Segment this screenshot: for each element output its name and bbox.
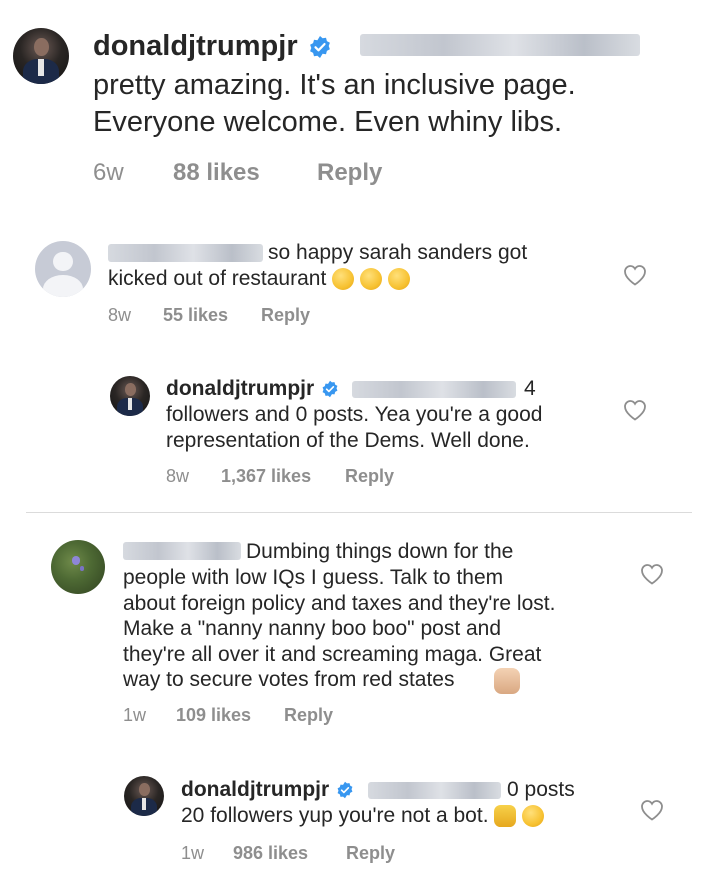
comment1-time: 8w bbox=[108, 305, 132, 325]
beaming-face-icon bbox=[359, 268, 382, 291]
reply2-text-tail: 0 posts bbox=[507, 778, 575, 801]
reply2-meta: 1w 986 likes Reply bbox=[181, 842, 395, 864]
verified-badge-icon bbox=[337, 782, 353, 799]
redacted-username bbox=[352, 381, 516, 398]
top-comment-time: 6w bbox=[93, 159, 124, 186]
reply1-text: followers and 0 posts. Yea you're a good… bbox=[166, 403, 543, 452]
redacted-username bbox=[123, 542, 241, 560]
redacted-username bbox=[108, 244, 263, 262]
avatar-top-comment[interactable] bbox=[13, 28, 69, 84]
verified-badge-icon bbox=[322, 381, 338, 398]
reply2-text: 20 followers yup you're not a bot. bbox=[181, 804, 489, 827]
redacted-username bbox=[368, 782, 501, 799]
reply2-likes[interactable]: 986 likes bbox=[233, 842, 308, 864]
top-comment-likes[interactable]: 88 likes bbox=[173, 158, 260, 188]
reply2-reply-button[interactable]: Reply bbox=[346, 842, 395, 864]
comment1-text-line1: so happy sarah sanders got bbox=[268, 241, 528, 264]
top-comment-username[interactable]: donaldjtrumpjr bbox=[93, 30, 298, 62]
reply1-meta: 8w 1,367 likes Reply bbox=[166, 465, 394, 487]
heart-outline-icon[interactable] bbox=[640, 799, 664, 821]
comment1-text-line2-row: kicked out of restaurant bbox=[108, 266, 410, 292]
comment2-time: 1w bbox=[123, 705, 147, 725]
thread-divider bbox=[26, 512, 692, 513]
reply1-reply-button[interactable]: Reply bbox=[345, 465, 394, 487]
winking-face-icon bbox=[522, 805, 545, 828]
heart-outline-icon[interactable] bbox=[623, 399, 647, 421]
comment1-text-line2: kicked out of restaurant bbox=[108, 267, 327, 290]
reply2-text-row: 20 followers yup you're not a bot. bbox=[181, 803, 545, 829]
reply1-likes[interactable]: 1,367 likes bbox=[221, 465, 311, 487]
avatar-reply2[interactable] bbox=[124, 776, 164, 816]
comment2-likes[interactable]: 109 likes bbox=[176, 704, 251, 726]
heart-outline-icon[interactable] bbox=[640, 563, 664, 585]
avatar-reply1[interactable] bbox=[110, 376, 150, 416]
reply2-header: donaldjtrumpjr bbox=[181, 777, 354, 803]
comment1-reply-button[interactable]: Reply bbox=[261, 304, 310, 326]
grinning-face-icon bbox=[332, 268, 355, 291]
top-comment-header: donaldjtrumpjr bbox=[93, 28, 332, 64]
avatar-comment2[interactable] bbox=[51, 540, 105, 594]
reply2-username[interactable]: donaldjtrumpjr bbox=[181, 778, 329, 801]
reply1-time: 8w bbox=[166, 466, 190, 486]
reply1-header: donaldjtrumpjr bbox=[166, 376, 339, 402]
comment2-meta: 1w 109 likes Reply bbox=[123, 704, 333, 726]
top-comment-reply-button[interactable]: Reply bbox=[317, 158, 382, 188]
heart-outline-icon[interactable] bbox=[623, 264, 647, 286]
comment2-text: people with low IQs I guess. Talk to the… bbox=[123, 566, 556, 692]
top-comment-text: pretty amazing. It's an inclusive page. … bbox=[93, 69, 576, 138]
avatar-comment1[interactable] bbox=[35, 241, 91, 297]
comment1-likes[interactable]: 55 likes bbox=[163, 304, 228, 326]
redacted-username bbox=[360, 34, 640, 56]
tears-of-joy-icon bbox=[387, 268, 410, 291]
comment1-meta: 8w 55 likes Reply bbox=[108, 304, 310, 326]
reply1-username[interactable]: donaldjtrumpjr bbox=[166, 377, 314, 400]
thumbs-up-icon bbox=[494, 668, 520, 694]
thumbs-up-icon bbox=[494, 805, 517, 828]
reply2-time: 1w bbox=[181, 843, 205, 863]
comment2-reply-button[interactable]: Reply bbox=[284, 704, 333, 726]
top-comment-meta: 6w 88 likes Reply bbox=[93, 158, 382, 188]
comment2-text-line1: Dumbing things down for the bbox=[246, 540, 514, 563]
verified-badge-icon bbox=[309, 36, 330, 59]
reply1-text-tail: 4 bbox=[524, 377, 536, 400]
